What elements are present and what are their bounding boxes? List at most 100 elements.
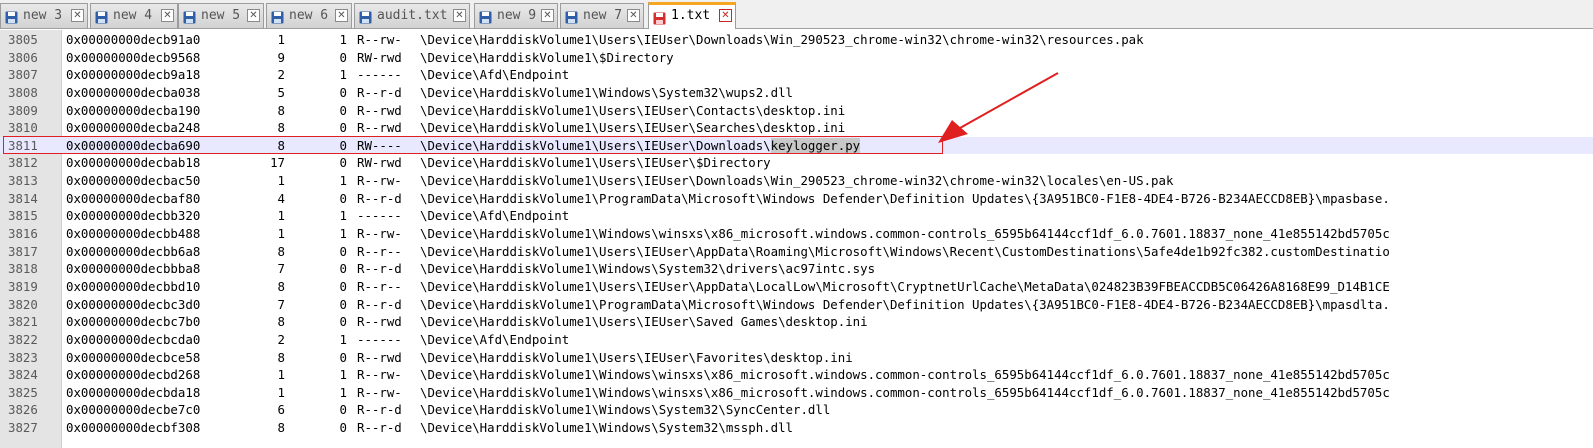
handle-count-cell: 0 [339,402,347,418]
path-cell: \Device\HarddiskVolume1\Users\IEUser\Sea… [420,120,846,136]
editor-text-area[interactable]: 3805 0x00000000decb91a0 1 1 R--rw- \Device\Ha… [0,31,1593,437]
path-cell: \Device\HarddiskVolume1\ProgramData\Micr… [420,190,1390,206]
text-line[interactable]: 3807 0x00000000decb9a18 2 1 ------ \Device\Af… [0,66,1593,84]
address-cell: 0x00000000decb9568 [66,49,201,65]
text-line[interactable]: 3809 0x00000000decba190 8 0 R--rwd \Device\Ha… [0,102,1593,120]
line-number: 3823 [8,349,38,365]
access-cell: RW-rwd [357,155,402,171]
current-line[interactable]: 3811 0x00000000decba690 8 0 RW---- \Device\Ha… [0,136,1593,155]
line-number: 3807 [8,67,38,83]
access-cell: R--rw- [357,384,402,400]
path-cell: \Device\HarddiskVolume1\Users\IEUser\Fav… [420,349,853,365]
path-cell: \Device\HarddiskVolume1\$Directory [420,49,674,65]
text-line[interactable]: 3813 0x00000000decbac50 1 1 R--rw- \Device\Ha… [0,172,1593,190]
handle-count-cell: 1 [339,67,347,83]
tab-new-9[interactable]: new 9 ✕ [474,3,558,28]
address-cell: 0x00000000decbbba8 [66,261,201,277]
text-line[interactable]: 3821 0x00000000decbc7b0 8 0 R--rwd \Device\Ha… [0,313,1593,331]
address-cell: 0x00000000decbaf80 [66,190,201,206]
ptr-count-cell: 6 [277,402,285,418]
text-line[interactable]: 3822 0x00000000decbcda0 2 1 ------ \Device\Af… [0,331,1593,349]
close-tab-icon[interactable]: ✕ [719,9,732,22]
path-cell: \Device\HarddiskVolume1\Users\IEUser\App… [420,278,1390,294]
tab-new-7[interactable]: new 7 ✕ [560,3,644,28]
ptr-count-cell: 8 [277,278,285,294]
line-number: 3819 [8,278,38,294]
close-tab-icon[interactable]: ✕ [161,9,174,22]
text-line[interactable]: 3825 0x00000000decbda18 1 1 R--rw- \Device\Ha… [0,384,1593,402]
access-cell: ------ [357,331,402,347]
path-cell: \Device\HarddiskVolume1\ProgramData\Micr… [420,296,1390,312]
close-tab-icon[interactable]: ✕ [453,9,466,22]
text-line[interactable]: 3810 0x00000000decba248 8 0 R--rwd \Device\Ha… [0,119,1593,137]
text-line[interactable]: 3808 0x00000000decba038 5 0 R--r-d \Device\Ha… [0,84,1593,102]
access-cell: R--rw- [357,226,402,242]
close-tab-icon[interactable]: ✕ [627,9,640,22]
line-number: 3825 [8,384,38,400]
handle-count-cell: 0 [339,261,347,277]
line-number: 3811 [8,137,38,153]
access-cell: R--rwd [357,102,402,118]
tab-audit-txt[interactable]: audit.txt ✕ [354,3,470,28]
handle-count-cell: 0 [339,137,347,153]
access-cell: R--rw- [357,173,402,189]
text-line[interactable]: 3818 0x00000000decbbba8 7 0 R--r-d \Device\Ha… [0,260,1593,278]
handle-count-cell: 1 [339,173,347,189]
text-line[interactable]: 3826 0x00000000decbe7c0 6 0 R--r-d \Device\Ha… [0,401,1593,419]
tab-new-3[interactable]: new 3 ✕ [0,3,88,28]
tab-new-4[interactable]: new 4 ✕ [90,3,178,28]
handle-count-cell: 1 [339,208,347,224]
path-cell: \Device\HarddiskVolume1\Users\IEUser\App… [420,243,1390,259]
handle-count-cell: 1 [339,32,347,47]
text-line[interactable]: 3817 0x00000000decbb6a8 8 0 R--r-- \Device\Ha… [0,243,1593,261]
text-line[interactable]: 3827 0x00000000decbf308 8 0 R--r-d \Device\Ha… [0,419,1593,437]
selected-filename[interactable]: keylogger.py [770,137,861,153]
address-cell: 0x00000000decb91a0 [66,32,201,47]
address-cell: 0x00000000decbcda0 [66,331,201,347]
text-line[interactable]: 3823 0x00000000decbce58 8 0 R--rwd \Device\Ha… [0,349,1593,367]
tab-1-txt[interactable]: 1.txt ✕ [648,2,736,29]
close-tab-icon[interactable]: ✕ [335,9,348,22]
address-cell: 0x00000000decbab18 [66,155,201,171]
tab-new-6[interactable]: new 6 ✕ [266,3,352,28]
text-line[interactable]: 3805 0x00000000decb91a0 1 1 R--rw- \Device\Ha… [0,31,1593,49]
handle-count-cell: 0 [339,155,347,171]
ptr-count-cell: 9 [277,49,285,65]
text-line[interactable]: 3814 0x00000000decbaf80 4 0 R--r-d \Device\Ha… [0,190,1593,208]
text-line[interactable]: 3816 0x00000000decbb488 1 1 R--rw- \Device\Ha… [0,225,1593,243]
path-cell: \Device\HarddiskVolume1\Windows\System32… [420,84,793,100]
address-cell: 0x00000000decbb6a8 [66,243,201,259]
path-cell: \Device\HarddiskVolume1\Users\IEUser\Dow… [420,173,1174,189]
handle-count-cell: 0 [339,49,347,65]
address-cell: 0x00000000decba248 [66,120,201,136]
text-line[interactable]: 3806 0x00000000decb9568 9 0 RW-rwd \Device\Ha… [0,49,1593,67]
text-line[interactable]: 3812 0x00000000decbab18 17 0 RW-rwd \Device\H… [0,154,1593,172]
tab-label: new 6 [289,8,329,23]
close-tab-icon[interactable]: ✕ [71,9,84,22]
line-number: 3812 [8,155,38,171]
address-cell: 0x00000000decbb320 [66,208,201,224]
ptr-count-cell: 17 [270,155,285,171]
close-tab-icon[interactable]: ✕ [541,9,554,22]
access-cell: R--r-d [357,261,402,277]
tab-new-5[interactable]: new 5 ✕ [178,3,264,28]
address-cell: 0x00000000decbbd10 [66,278,201,294]
tab-label: new 9 [497,8,537,23]
path-cell: \Device\HarddiskVolume1\Users\IEUser\Dow… [420,137,861,155]
line-number: 3816 [8,226,38,242]
close-tab-icon[interactable]: ✕ [247,9,260,22]
path-prefix: \Device\HarddiskVolume1\Users\IEUser\Dow… [420,137,771,153]
handle-count-cell: 0 [339,296,347,312]
text-line[interactable]: 3819 0x00000000decbbd10 8 0 R--r-- \Device\Ha… [0,278,1593,296]
floppy-save-icon [479,9,492,24]
handle-count-cell: 1 [339,331,347,347]
text-line[interactable]: 3815 0x00000000decbb320 1 1 ------ \Device\Af… [0,207,1593,225]
floppy-save-icon [95,9,108,24]
path-cell: \Device\HarddiskVolume1\Windows\winsxs\x… [420,384,1390,400]
text-line[interactable]: 3824 0x00000000decbd268 1 1 R--rw- \Device\Ha… [0,366,1593,384]
line-number: 3808 [8,84,38,100]
ptr-count-cell: 8 [277,420,285,436]
address-cell: 0x00000000decbce58 [66,349,201,365]
text-line[interactable]: 3820 0x00000000decbc3d0 7 0 R--r-d \Device\Ha… [0,296,1593,314]
floppy-save-icon [359,9,372,24]
